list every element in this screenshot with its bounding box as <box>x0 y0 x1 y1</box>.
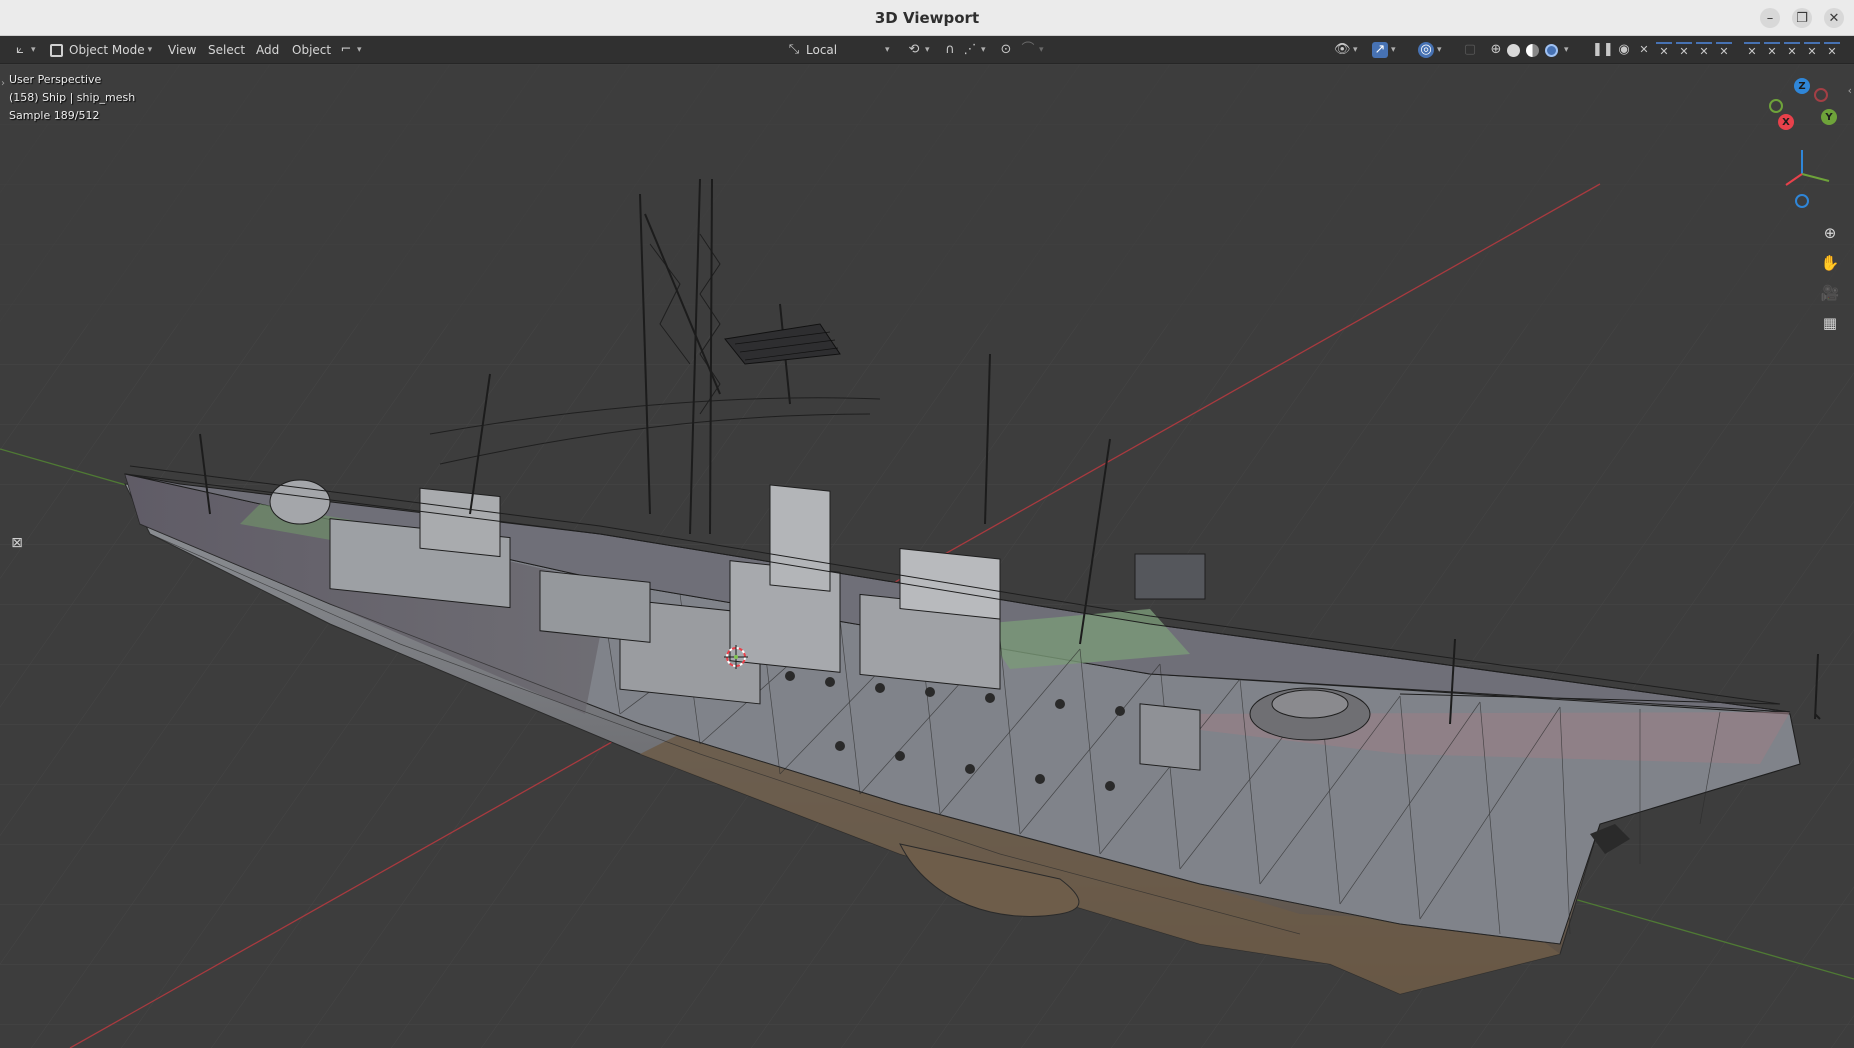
perspective-label: User Perspective <box>9 73 102 86</box>
toolbar-expand-arrow[interactable]: › <box>1 78 5 89</box>
axis-icon: ⟀ <box>16 42 24 57</box>
mode-label: Object Mode <box>69 43 145 57</box>
chevron-down-icon: ▾ <box>1353 45 1358 55</box>
gizmo-show-toggle[interactable]: ↗ ▾ <box>1372 40 1396 60</box>
xmark-icon[interactable]: ✕ <box>1744 42 1760 58</box>
chevron-down-icon: ▾ <box>925 45 930 55</box>
xmark-icon[interactable]: ✕ <box>1716 42 1732 58</box>
curve-icon: ⌐ <box>340 42 352 57</box>
render-sample-label: Sample 189/512 <box>9 109 100 122</box>
xmark-icon[interactable]: ✕ <box>1696 42 1712 58</box>
pivot-icon: ⟲ <box>908 42 920 57</box>
visibility-dropdown[interactable]: 👁 ▾ <box>1334 40 1358 60</box>
chevron-down-icon: ▾ <box>981 45 986 55</box>
gizmo-x-axis[interactable]: X <box>1778 114 1794 130</box>
gizmo-neg-z-axis[interactable] <box>1795 194 1809 208</box>
proportional-icon: ⊙ <box>1000 42 1012 57</box>
grid-icon[interactable]: ▦ <box>1817 310 1843 336</box>
overlays-toggle[interactable]: ◎ ▾ <box>1418 40 1442 60</box>
xray-toggle[interactable]: ▢ <box>1462 40 1478 60</box>
snap-toggle[interactable]: ∩ <box>942 40 958 60</box>
wireframe-shading-icon[interactable]: ⊕ <box>1488 42 1504 58</box>
falloff-icon: ⌒ <box>1021 42 1035 57</box>
zoom-icon[interactable]: ⊕ <box>1817 220 1843 246</box>
pause-render-button[interactable]: ❚❚ <box>1592 40 1614 60</box>
object-mode-icon <box>50 43 63 57</box>
eye-filter-icon: 👁 <box>1334 42 1351 57</box>
snap-icon: ⋰ <box>963 42 977 57</box>
3d-viewport[interactable]: User Perspective (158) Ship | ship_mesh … <box>0 64 1854 1048</box>
chevron-down-icon: ▾ <box>1391 45 1396 55</box>
menu-view[interactable]: View <box>162 40 202 60</box>
maximize-button[interactable]: ❐ <box>1792 8 1812 28</box>
gizmo-neg-y-axis[interactable] <box>1769 99 1783 113</box>
xmark-icon[interactable]: ✕ <box>1656 42 1672 58</box>
pivot-point-button[interactable]: ⟲ ▾ <box>906 40 930 60</box>
tool-settings-icon[interactable]: ⊠ <box>6 532 28 554</box>
xmark-icon[interactable]: ✕ <box>1824 42 1840 58</box>
object-info-label: (158) Ship | ship_mesh <box>9 91 136 104</box>
rendered-shading-icon[interactable] <box>1545 43 1558 57</box>
collection-toggles: ✕ ✕ ✕ ✕ ✕ ✕ ✕ ✕ ✕ ✕ <box>1636 40 1840 60</box>
magnet-icon: ∩ <box>945 42 955 57</box>
chevron-down-icon: ▾ <box>31 45 36 55</box>
chevron-down-icon: ▾ <box>1039 45 1044 55</box>
transform-orientation-dropdown[interactable]: ⤡ Local ▾ <box>786 40 890 60</box>
gizmo-z-axis[interactable]: Z <box>1794 78 1810 94</box>
proportional-falloff-button[interactable]: ⌒ ▾ <box>1020 40 1044 60</box>
xray-icon: ▢ <box>1463 42 1477 57</box>
restrict-view-toggle[interactable]: ◉ <box>1616 40 1632 60</box>
overlays-icon: ◎ <box>1418 42 1434 58</box>
chevron-down-icon: ▾ <box>1437 45 1442 55</box>
minimize-button[interactable]: – <box>1760 8 1780 28</box>
window-title: 3D Viewport <box>874 8 980 27</box>
material-shading-icon[interactable] <box>1526 43 1539 57</box>
menu-object[interactable]: Object <box>286 40 337 60</box>
proportional-edit-toggle[interactable]: ⊙ <box>998 40 1014 60</box>
mode-dropdown[interactable]: Object Mode ▾ <box>50 40 152 60</box>
xmark-icon[interactable]: ✕ <box>1784 42 1800 58</box>
chevron-down-icon: ▾ <box>885 45 890 55</box>
xmark-icon[interactable]: ✕ <box>1676 42 1692 58</box>
menu-select[interactable]: Select <box>202 40 251 60</box>
camera-icon[interactable]: 🎥 <box>1817 280 1843 306</box>
chevron-down-icon: ▾ <box>147 45 153 55</box>
viewport-scene[interactable] <box>0 64 1854 1048</box>
xmark-icon[interactable]: ✕ <box>1636 42 1652 58</box>
window-titlebar: 3D Viewport – ❐ ✕ <box>0 0 1854 36</box>
gizmo-icon: ↗ <box>1372 42 1388 58</box>
xmark-icon[interactable]: ✕ <box>1764 42 1780 58</box>
menu-add[interactable]: Add <box>250 40 285 60</box>
snap-target-button[interactable]: ⋰ ▾ <box>962 40 986 60</box>
solid-shading-icon[interactable] <box>1507 43 1520 57</box>
chevron-down-icon: ▾ <box>357 45 362 55</box>
editor-type-button[interactable]: ⟀ ▾ <box>12 40 36 60</box>
viewport-header: ⟀ ▾ Object Mode ▾ View Select Add Object … <box>0 36 1854 64</box>
gizmo-toggle-button[interactable]: ⌐ ▾ <box>338 40 362 60</box>
gizmo-y-axis[interactable]: Y <box>1821 109 1837 125</box>
orientation-label: Local <box>806 43 838 57</box>
xmark-icon[interactable]: ✕ <box>1804 42 1820 58</box>
chevron-down-icon[interactable]: ▾ <box>1564 45 1569 55</box>
eye-icon: ◉ <box>1618 42 1630 57</box>
window-controls: – ❐ ✕ <box>1760 8 1844 28</box>
sidebar-expand-arrow[interactable]: ‹ <box>1848 84 1852 97</box>
shading-modes: ⊕ ▾ <box>1488 40 1569 60</box>
pause-icon: ❚❚ <box>1592 42 1614 57</box>
gizmo-neg-x-axis[interactable] <box>1814 88 1828 102</box>
close-button[interactable]: ✕ <box>1824 8 1844 28</box>
orientation-icon: ⤡ <box>788 42 800 57</box>
hand-pan-icon[interactable]: ✋ <box>1817 250 1843 276</box>
